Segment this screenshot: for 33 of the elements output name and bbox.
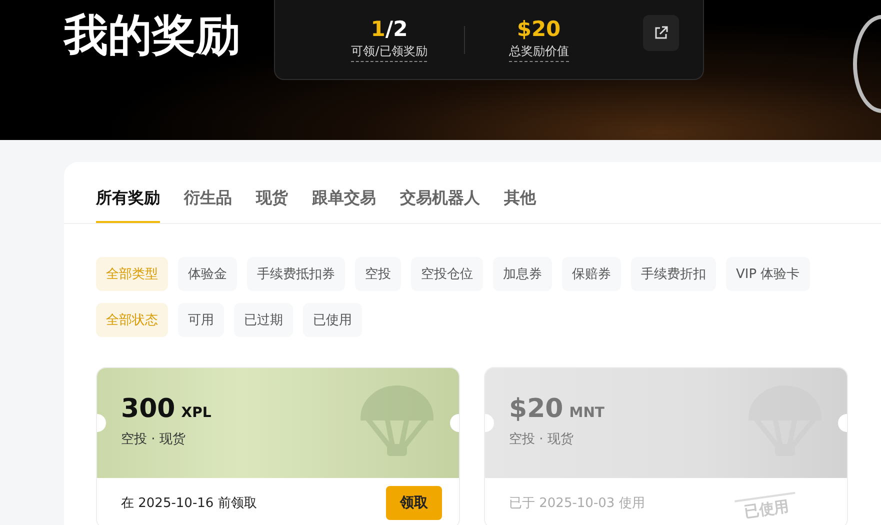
type-filter-chip[interactable]: 加息券 [493, 257, 552, 291]
type-filter-chip[interactable]: 保赔券 [562, 257, 621, 291]
reward-amount: 300 [121, 394, 176, 424]
page-title: 我的奖励 [64, 9, 240, 63]
type-filter-chip[interactable]: 空投仓位 [411, 257, 483, 291]
stat-value: $20 [516, 17, 561, 41]
type-filter-chip[interactable]: 手续费抵扣券 [247, 257, 345, 291]
type-filter-chip[interactable]: 体验金 [178, 257, 237, 291]
reward-amount: $20 [509, 394, 564, 424]
status-filter-chip[interactable]: 已使用 [303, 303, 362, 337]
stat-value: 1/2 [370, 17, 408, 41]
category-tab[interactable]: 其他 [504, 188, 536, 223]
status-filter-chip[interactable]: 已过期 [234, 303, 293, 337]
category-tab[interactable]: 现货 [256, 188, 288, 223]
type-filter-chip[interactable]: VIP 体验卡 [726, 257, 810, 291]
reward-note: 已于 2025-10-03 使用 [509, 495, 645, 512]
reward-note: 在 2025-10-16 前领取 [121, 495, 257, 512]
category-tab[interactable]: 衍生品 [184, 188, 232, 223]
external-link-button[interactable] [643, 14, 679, 50]
category-tab[interactable]: 所有奖励 [96, 188, 160, 223]
type-filter-chip[interactable]: 手续费折扣 [631, 257, 716, 291]
reward-category: 空投 · 现货 [509, 431, 574, 448]
external-link-icon [654, 26, 668, 40]
reward-category: 空投 · 现货 [121, 431, 186, 448]
type-filter-chip[interactable]: 空投 [355, 257, 401, 291]
reward-unit: MNT [569, 405, 604, 421]
claim-button[interactable]: 领取 [386, 486, 442, 520]
stat-label: 可领/已领奖励 [351, 43, 428, 62]
status-filter-chip[interactable]: 可用 [178, 303, 224, 337]
category-tab[interactable]: 交易机器人 [400, 188, 480, 223]
stat-label: 总奖励价值 [508, 43, 569, 62]
reward-unit: XPL [181, 405, 212, 421]
category-tab[interactable]: 跟单交易 [312, 188, 376, 223]
